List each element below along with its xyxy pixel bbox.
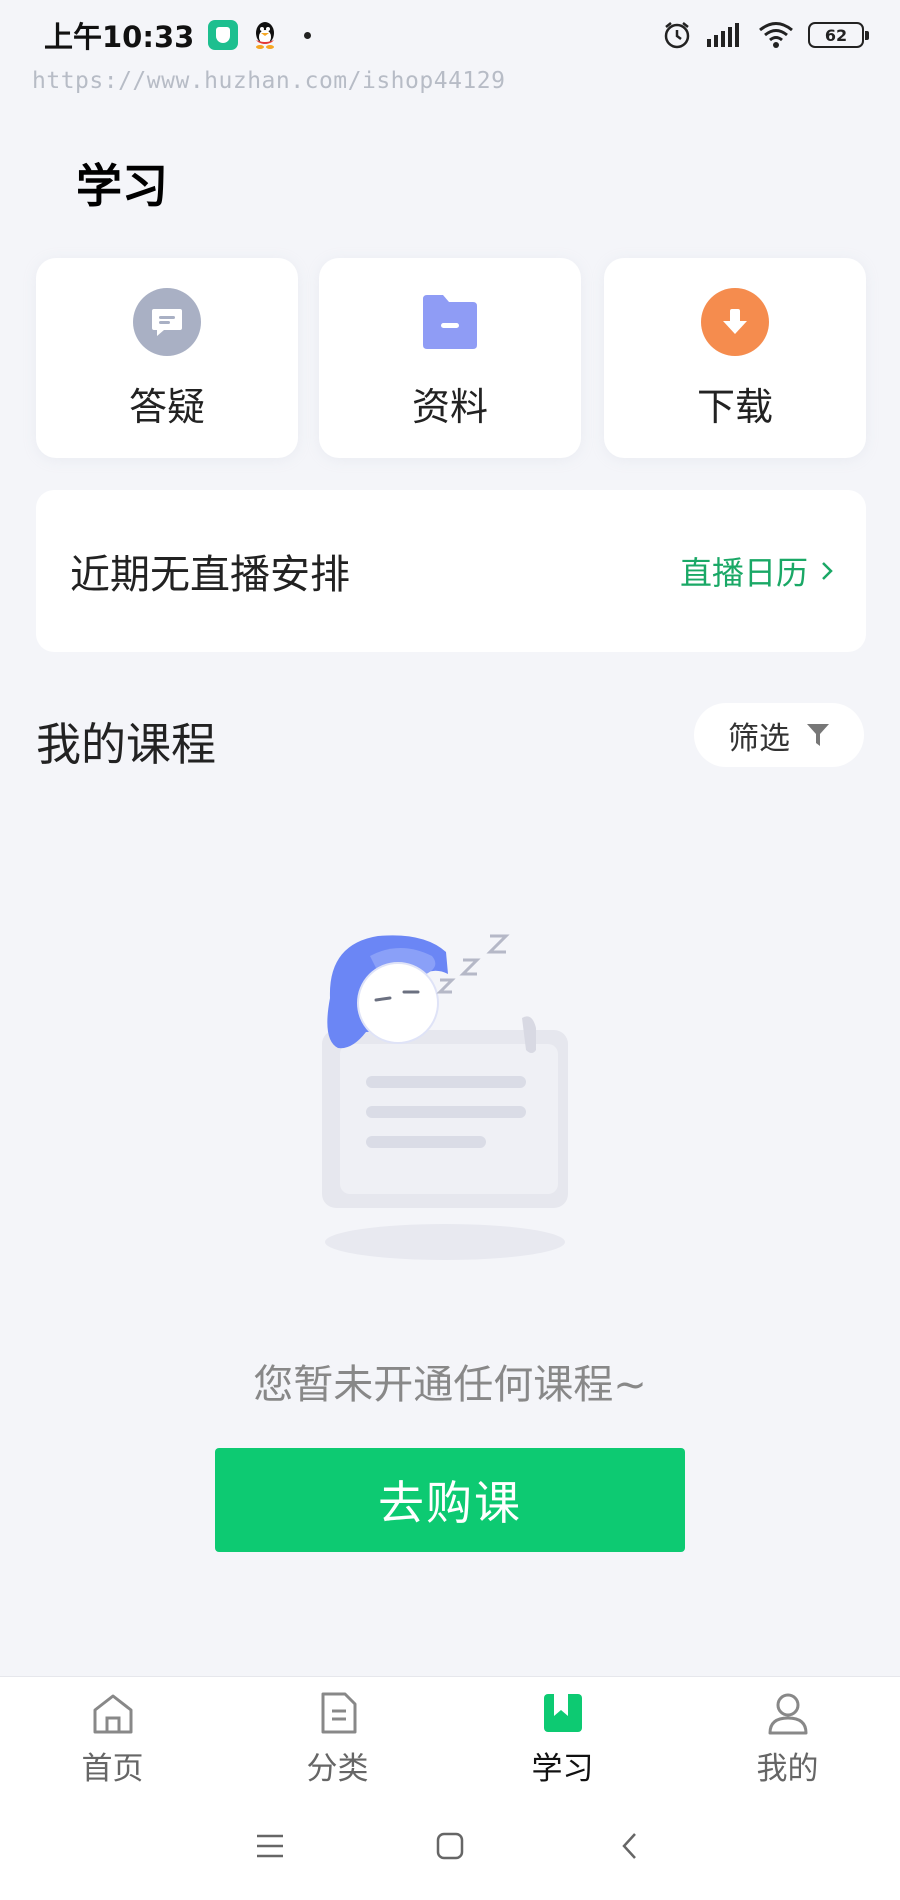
notification-dot bbox=[304, 31, 312, 39]
battery-icon: 62 bbox=[808, 22, 869, 48]
live-status-text: 近期无直播安排 bbox=[70, 552, 350, 598]
status-right-group: 62 bbox=[662, 20, 869, 50]
filter-funnel-icon bbox=[807, 724, 829, 746]
quick-action-qa[interactable]: 答疑 bbox=[36, 258, 298, 458]
download-icon bbox=[701, 288, 769, 356]
nav-item-profile[interactable]: 我的 bbox=[675, 1677, 900, 1792]
quick-action-label: 答疑 bbox=[128, 385, 205, 429]
nav-label: 分类 bbox=[306, 1751, 369, 1787]
quick-action-label: 资料 bbox=[411, 385, 488, 429]
signal-icon bbox=[707, 23, 739, 47]
watermark-url: https://www.huzhan.com/ishop44129 bbox=[32, 68, 506, 94]
nav-label: 学习 bbox=[531, 1751, 594, 1787]
home-square-icon[interactable] bbox=[430, 1826, 470, 1866]
chevron-right-icon bbox=[822, 562, 833, 580]
empty-state-illustration bbox=[322, 934, 568, 1260]
folder-icon bbox=[416, 288, 484, 356]
filter-button[interactable]: 筛选 bbox=[694, 703, 864, 767]
page-title: 学习 bbox=[76, 159, 168, 213]
nav-item-study[interactable]: 学习 bbox=[450, 1677, 675, 1792]
shield-app-icon bbox=[208, 20, 239, 50]
menu-icon[interactable] bbox=[250, 1826, 290, 1866]
status-time: 上午10:33 bbox=[44, 20, 195, 54]
status-bar: 上午10:33 62 bbox=[0, 0, 900, 70]
chat-bubble-icon bbox=[133, 288, 201, 356]
nav-label: 我的 bbox=[756, 1751, 819, 1787]
study-bookmark-icon bbox=[539, 1689, 587, 1737]
buy-course-button[interactable]: 去购课 bbox=[215, 1448, 685, 1552]
quick-action-download[interactable]: 下载 bbox=[604, 258, 866, 458]
quick-action-materials[interactable]: 资料 bbox=[319, 258, 581, 458]
system-nav-bar bbox=[0, 1792, 900, 1900]
alarm-icon bbox=[664, 22, 690, 49]
quick-action-label: 下载 bbox=[696, 385, 773, 429]
bottom-nav: 首页 分类 学习 我的 bbox=[0, 1676, 900, 1792]
home-icon bbox=[89, 1689, 137, 1737]
live-calendar-label: 直播日历 bbox=[679, 554, 808, 592]
filter-label: 筛选 bbox=[728, 720, 790, 757]
nav-item-home[interactable]: 首页 bbox=[0, 1677, 225, 1792]
empty-state-text: 您暂未开通任何课程~ bbox=[253, 1362, 647, 1408]
live-calendar-link[interactable]: 直播日历 bbox=[680, 548, 834, 594]
back-icon[interactable] bbox=[610, 1826, 650, 1866]
nav-item-category[interactable]: 分类 bbox=[225, 1677, 450, 1792]
live-schedule-card: 近期无直播安排 直播日历 bbox=[36, 490, 866, 652]
profile-icon bbox=[764, 1689, 812, 1737]
category-icon bbox=[314, 1689, 362, 1737]
section-title-my-courses: 我的课程 bbox=[36, 718, 217, 771]
wifi-icon bbox=[759, 22, 793, 48]
qq-penguin-icon bbox=[256, 22, 275, 49]
nav-label: 首页 bbox=[81, 1751, 144, 1787]
